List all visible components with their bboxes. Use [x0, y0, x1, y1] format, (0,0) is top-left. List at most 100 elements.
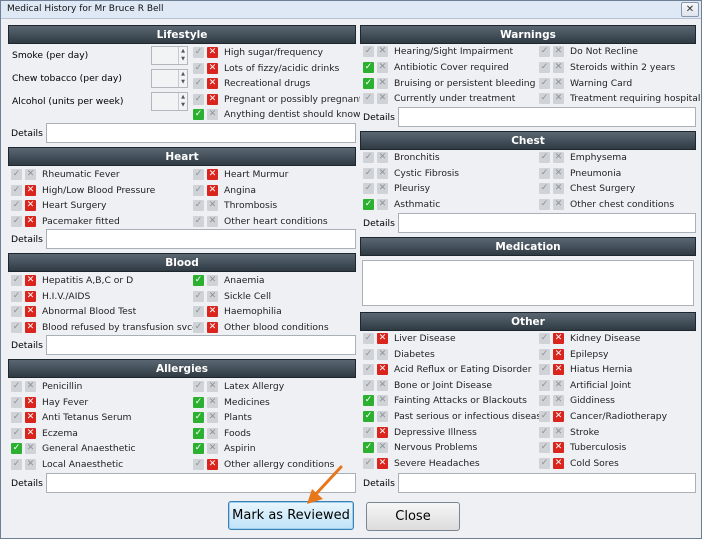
yes-checkbox[interactable]: ✓: [363, 183, 374, 194]
no-checkbox[interactable]: ✕: [377, 411, 388, 422]
no-checkbox[interactable]: ✕: [377, 46, 388, 57]
yes-checkbox[interactable]: ✓: [539, 395, 550, 407]
yes-checkbox[interactable]: ✓: [363, 333, 374, 344]
no-checkbox[interactable]: ✕: [377, 348, 388, 360]
yes-checkbox[interactable]: ✓: [193, 93, 204, 105]
yes-checkbox[interactable]: ✓: [11, 443, 22, 454]
no-checkbox[interactable]: ✕: [207, 62, 218, 74]
no-checkbox[interactable]: ✕: [377, 426, 388, 438]
no-checkbox[interactable]: ✕: [553, 411, 564, 422]
no-checkbox[interactable]: ✕: [553, 77, 564, 89]
spin-arrows-icon[interactable]: ▲ ▼: [178, 70, 187, 87]
other-details-input[interactable]: [398, 473, 696, 493]
yes-checkbox[interactable]: ✓: [193, 78, 204, 89]
yes-checkbox[interactable]: ✓: [193, 381, 204, 392]
lifestyle-details-input[interactable]: [46, 123, 356, 143]
no-checkbox[interactable]: ✕: [377, 395, 388, 407]
yes-checkbox[interactable]: ✓: [363, 46, 374, 57]
no-checkbox[interactable]: ✕: [207, 306, 218, 317]
no-checkbox[interactable]: ✕: [553, 426, 564, 438]
no-checkbox[interactable]: ✕: [553, 348, 564, 360]
no-checkbox[interactable]: ✕: [553, 457, 564, 469]
no-checkbox[interactable]: ✕: [207, 200, 218, 211]
no-checkbox[interactable]: ✕: [207, 109, 218, 120]
yes-checkbox[interactable]: ✓: [193, 443, 204, 454]
no-checkbox[interactable]: ✕: [207, 458, 218, 470]
no-checkbox[interactable]: ✕: [553, 167, 564, 179]
no-checkbox[interactable]: ✕: [553, 442, 564, 454]
yes-checkbox[interactable]: ✓: [539, 411, 550, 422]
close-window-button[interactable]: ✕: [681, 2, 699, 17]
no-checkbox[interactable]: ✕: [553, 333, 564, 344]
no-checkbox[interactable]: ✕: [377, 333, 388, 344]
no-checkbox[interactable]: ✕: [25, 200, 36, 211]
no-checkbox[interactable]: ✕: [207, 396, 218, 408]
yes-checkbox[interactable]: ✓: [11, 200, 22, 211]
yes-checkbox[interactable]: ✓: [193, 427, 204, 439]
no-checkbox[interactable]: ✕: [207, 93, 218, 105]
no-checkbox[interactable]: ✕: [25, 184, 36, 196]
yes-checkbox[interactable]: ✓: [539, 457, 550, 469]
yes-checkbox[interactable]: ✓: [539, 442, 550, 454]
yes-checkbox[interactable]: ✓: [11, 458, 22, 470]
yes-checkbox[interactable]: ✓: [539, 348, 550, 360]
no-checkbox[interactable]: ✕: [377, 61, 388, 73]
yes-checkbox[interactable]: ✓: [11, 290, 22, 302]
no-checkbox[interactable]: ✕: [377, 183, 388, 194]
chest-details-input[interactable]: [398, 213, 696, 233]
no-checkbox[interactable]: ✕: [377, 152, 388, 163]
yes-checkbox[interactable]: ✓: [193, 169, 204, 180]
no-checkbox[interactable]: ✕: [207, 275, 218, 286]
no-checkbox[interactable]: ✕: [25, 396, 36, 408]
yes-checkbox[interactable]: ✓: [363, 395, 374, 407]
yes-checkbox[interactable]: ✓: [193, 109, 204, 120]
yes-checkbox[interactable]: ✓: [539, 46, 550, 57]
no-checkbox[interactable]: ✕: [553, 61, 564, 73]
no-checkbox[interactable]: ✕: [25, 290, 36, 302]
yes-checkbox[interactable]: ✓: [193, 200, 204, 211]
no-checkbox[interactable]: ✕: [25, 443, 36, 454]
yes-checkbox[interactable]: ✓: [11, 427, 22, 439]
no-checkbox[interactable]: ✕: [25, 306, 36, 317]
yes-checkbox[interactable]: ✓: [363, 348, 374, 360]
yes-checkbox[interactable]: ✓: [539, 364, 550, 376]
no-checkbox[interactable]: ✕: [207, 381, 218, 392]
yes-checkbox[interactable]: ✓: [193, 275, 204, 286]
blood-details-input[interactable]: [46, 335, 356, 355]
yes-checkbox[interactable]: ✓: [363, 364, 374, 376]
no-checkbox[interactable]: ✕: [207, 184, 218, 196]
yes-checkbox[interactable]: ✓: [11, 321, 22, 333]
yes-checkbox[interactable]: ✓: [11, 275, 22, 286]
no-checkbox[interactable]: ✕: [25, 275, 36, 286]
no-checkbox[interactable]: ✕: [553, 46, 564, 57]
yes-checkbox[interactable]: ✓: [11, 412, 22, 423]
yes-checkbox[interactable]: ✓: [539, 198, 550, 210]
yes-checkbox[interactable]: ✓: [539, 426, 550, 438]
yes-checkbox[interactable]: ✓: [193, 215, 204, 227]
no-checkbox[interactable]: ✕: [25, 215, 36, 227]
yes-checkbox[interactable]: ✓: [539, 183, 550, 194]
yes-checkbox[interactable]: ✓: [193, 290, 204, 302]
no-checkbox[interactable]: ✕: [377, 442, 388, 454]
no-checkbox[interactable]: ✕: [377, 167, 388, 179]
no-checkbox[interactable]: ✕: [377, 77, 388, 89]
yes-checkbox[interactable]: ✓: [539, 167, 550, 179]
yes-checkbox[interactable]: ✓: [539, 61, 550, 73]
spin-arrows-icon[interactable]: ▲ ▼: [178, 93, 187, 110]
yes-checkbox[interactable]: ✓: [193, 184, 204, 196]
no-checkbox[interactable]: ✕: [25, 169, 36, 180]
no-checkbox[interactable]: ✕: [553, 183, 564, 194]
yes-checkbox[interactable]: ✓: [539, 93, 550, 105]
yes-checkbox[interactable]: ✓: [363, 411, 374, 422]
yes-checkbox[interactable]: ✓: [193, 306, 204, 317]
yes-checkbox[interactable]: ✓: [363, 61, 374, 73]
yes-checkbox[interactable]: ✓: [11, 381, 22, 392]
no-checkbox[interactable]: ✕: [553, 379, 564, 391]
no-checkbox[interactable]: ✕: [553, 395, 564, 407]
heart-details-input[interactable]: [46, 229, 356, 249]
yes-checkbox[interactable]: ✓: [363, 379, 374, 391]
yes-checkbox[interactable]: ✓: [11, 306, 22, 317]
no-checkbox[interactable]: ✕: [207, 443, 218, 454]
yes-checkbox[interactable]: ✓: [193, 321, 204, 333]
no-checkbox[interactable]: ✕: [377, 379, 388, 391]
